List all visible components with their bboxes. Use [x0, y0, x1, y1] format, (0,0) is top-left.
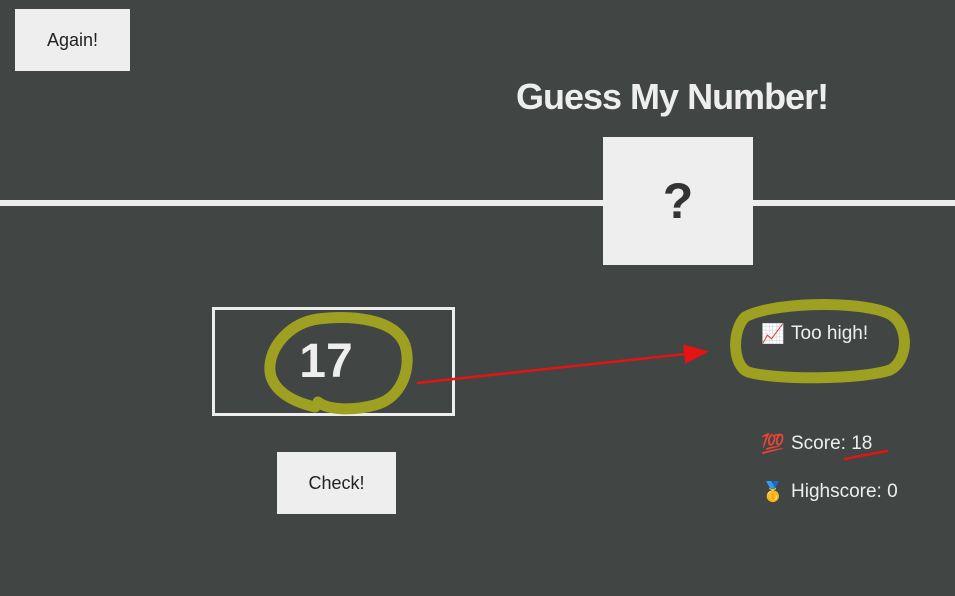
divider	[0, 200, 955, 206]
highscore-value: 0	[887, 481, 898, 502]
medal-icon: 🥇	[761, 482, 785, 503]
again-button[interactable]: Again!	[15, 9, 130, 71]
guess-input[interactable]	[212, 307, 455, 416]
check-button[interactable]: Check!	[277, 452, 396, 514]
message-line: 📈 Too high!	[761, 322, 868, 346]
secret-number-box: ?	[603, 137, 753, 265]
highscore-line: 🥇 Highscore: 0	[761, 480, 898, 504]
hundred-points-icon: 💯	[761, 434, 785, 455]
page-title: Guess My Number!	[516, 76, 829, 117]
highscore-label: Highscore:	[791, 481, 882, 502]
chart-increasing-icon: 📈	[761, 324, 785, 345]
score-label: Score:	[791, 433, 846, 454]
message-text: Too high!	[791, 323, 869, 344]
score-value: 18	[851, 433, 873, 454]
annotation-arrow	[416, 344, 709, 385]
score-line: 💯 Score: 18	[761, 432, 872, 456]
